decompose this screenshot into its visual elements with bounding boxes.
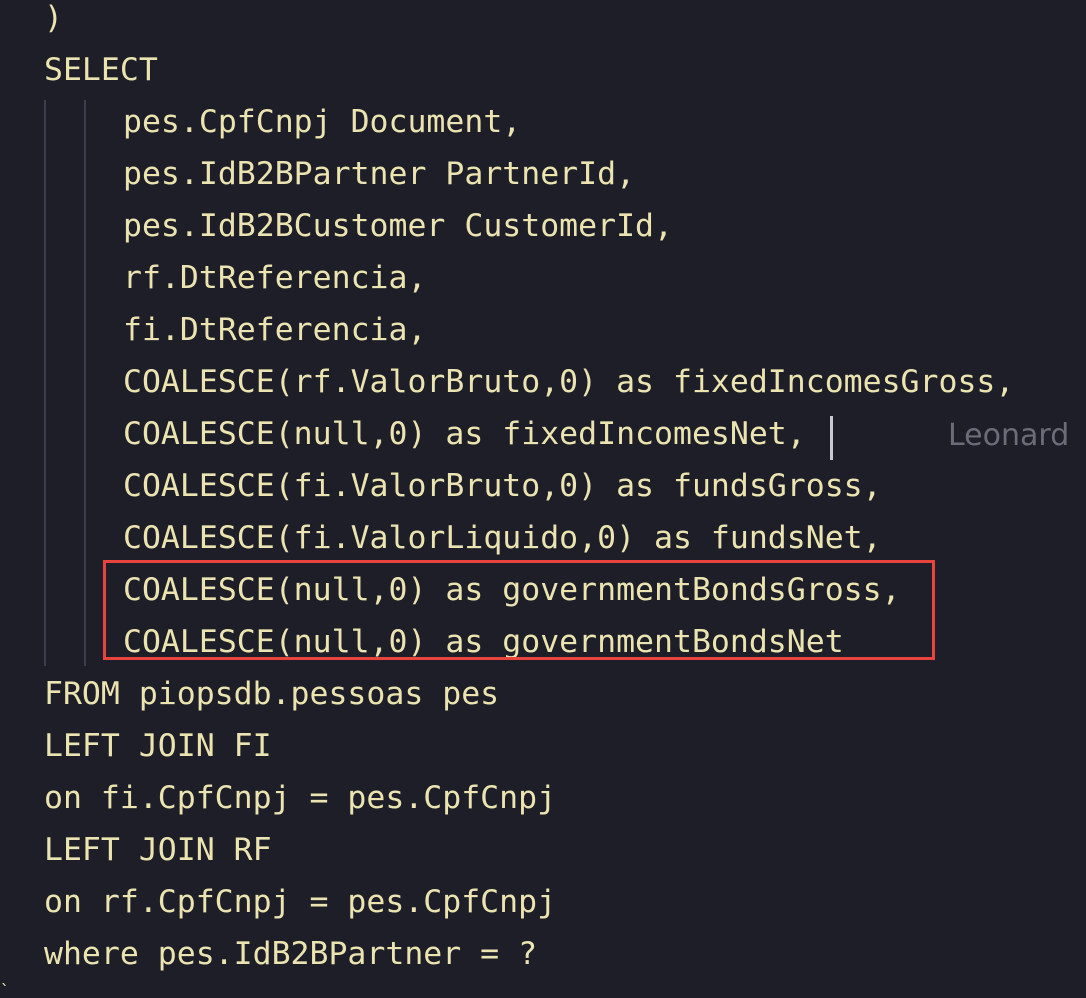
highlight-annotation-box <box>103 560 935 660</box>
code-line-16[interactable]: on fi.CpfCnpj = pes.CpfCnpj <box>44 772 556 824</box>
code-line-4[interactable]: pes.IdB2BPartner PartnerId, <box>123 148 635 200</box>
code-editor[interactable]: ) SELECT pes.CpfCnpj Document, pes.IdB2B… <box>0 0 1086 998</box>
code-line-5[interactable]: pes.IdB2BCustomer CustomerId, <box>123 200 673 252</box>
code-line-14[interactable]: FROM piopsdb.pessoas pes <box>44 668 499 720</box>
code-line-6[interactable]: rf.DtReferencia, <box>123 252 426 304</box>
code-line-17[interactable]: LEFT JOIN RF <box>44 824 272 876</box>
code-line-15[interactable]: LEFT JOIN FI <box>44 720 272 772</box>
text-cursor <box>830 416 833 460</box>
code-line-1[interactable]: ) <box>44 0 63 44</box>
code-line-19[interactable]: where pes.IdB2BPartner = ? <box>44 928 537 980</box>
indent-guide-outer <box>44 100 46 666</box>
trailing-backtick: ` <box>0 981 10 998</box>
code-line-7[interactable]: fi.DtReferencia, <box>123 304 426 356</box>
code-line-3[interactable]: pes.CpfCnpj Document, <box>123 96 521 148</box>
code-line-10[interactable]: COALESCE(fi.ValorBruto,0) as fundsGross, <box>123 460 882 512</box>
code-line-18[interactable]: on rf.CpfCnpj = pes.CpfCnpj <box>44 876 556 928</box>
indent-guide-inner <box>84 100 86 666</box>
code-line-2[interactable]: SELECT <box>44 44 158 96</box>
code-line-11[interactable]: COALESCE(fi.ValorLiquido,0) as fundsNet, <box>123 512 882 564</box>
inline-blame-annotation: Leonard <box>948 418 1070 453</box>
code-line-8[interactable]: COALESCE(rf.ValorBruto,0) as fixedIncome… <box>123 356 1014 408</box>
code-line-9[interactable]: COALESCE(null,0) as fixedIncomesNet, <box>123 408 806 460</box>
